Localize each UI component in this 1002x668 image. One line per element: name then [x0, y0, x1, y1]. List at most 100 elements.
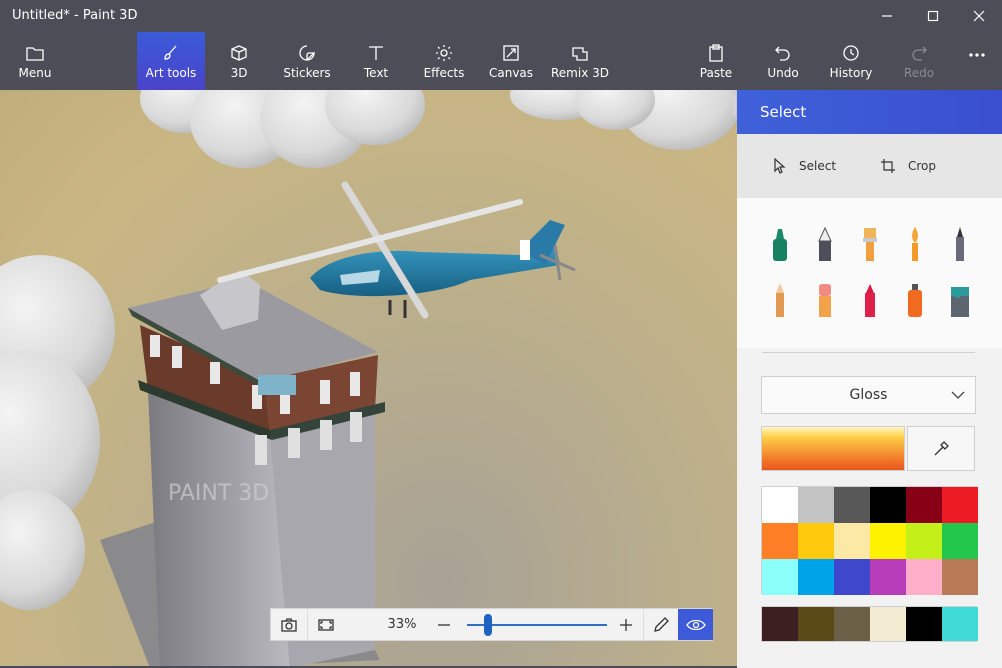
custom-color-swatch[interactable]	[942, 607, 978, 641]
art-tools-button[interactable]: Art tools	[137, 32, 205, 90]
panel-title: Select	[760, 103, 807, 121]
panel-header: Select	[737, 90, 1002, 134]
more-options-button[interactable]	[962, 32, 992, 90]
select-label: Select	[799, 159, 837, 173]
fill-bucket-brush[interactable]	[945, 280, 975, 322]
canvas-area[interactable]: PAINT 3D	[0, 90, 737, 666]
effects-button[interactable]: Effects	[422, 32, 466, 90]
marker-icon	[773, 229, 787, 261]
texture-value: Gloss	[849, 387, 888, 403]
current-color-swatch[interactable]	[761, 426, 905, 471]
canvas-resize-icon	[503, 45, 519, 61]
undo-icon	[775, 46, 790, 61]
fit-to-screen-button[interactable]	[307, 609, 343, 640]
maximize-button[interactable]	[910, 0, 956, 32]
canvas-scrollbar[interactable]	[733, 96, 736, 116]
zoom-bar: 33%	[270, 608, 713, 641]
watercolor-icon	[912, 227, 918, 261]
zoom-level: 33%	[387, 617, 417, 632]
color-swatch[interactable]	[834, 559, 870, 595]
divider	[762, 352, 975, 353]
2d-view-button[interactable]	[643, 609, 678, 640]
oil-brush[interactable]	[855, 224, 885, 266]
color-swatch[interactable]	[870, 487, 906, 523]
canvas-label: Canvas	[488, 66, 534, 80]
zoom-in-button[interactable]	[613, 609, 639, 640]
crayon-icon	[865, 284, 875, 317]
pixel-pen-brush[interactable]	[945, 224, 975, 266]
cube-icon	[231, 45, 247, 61]
text-button[interactable]: Text	[360, 32, 392, 90]
canvas-button[interactable]: Canvas	[488, 32, 534, 90]
eyedropper-button[interactable]	[907, 426, 975, 471]
color-swatch[interactable]	[798, 523, 834, 559]
color-swatch[interactable]	[762, 487, 798, 523]
chevron-down-icon	[951, 391, 965, 399]
3d-label: 3D	[230, 66, 248, 80]
select-tools: Select Crop	[737, 134, 1002, 198]
color-swatch[interactable]	[942, 559, 978, 595]
eye-icon	[685, 619, 706, 630]
close-button[interactable]	[956, 0, 1002, 32]
sun-icon	[436, 45, 452, 61]
cloud-left	[0, 255, 115, 610]
clipboard-icon	[709, 44, 723, 62]
select-button[interactable]: Select	[773, 134, 836, 198]
undo-button[interactable]: Undo	[766, 32, 800, 90]
eraser-brush[interactable]	[810, 280, 840, 322]
color-swatch[interactable]	[798, 559, 834, 595]
custom-color-swatch[interactable]	[906, 607, 942, 641]
crayon-brush[interactable]	[855, 280, 885, 322]
color-swatch[interactable]	[942, 523, 978, 559]
effects-label: Effects	[423, 66, 465, 80]
3d-button[interactable]: 3D	[220, 32, 258, 90]
stickers-button[interactable]: Stickers	[283, 32, 331, 90]
camera-icon	[281, 617, 297, 632]
color-swatch[interactable]	[834, 523, 870, 559]
color-swatch[interactable]	[870, 523, 906, 559]
watercolor-brush[interactable]	[900, 224, 930, 266]
history-label: History	[829, 66, 873, 80]
color-swatch[interactable]	[834, 487, 870, 523]
building: PAINT 3D	[128, 270, 385, 666]
custom-color-swatch[interactable]	[762, 607, 798, 641]
screenshot-button[interactable]	[271, 609, 307, 640]
minimize-button[interactable]	[864, 0, 910, 32]
color-swatch[interactable]	[906, 523, 942, 559]
paste-button[interactable]: Paste	[699, 32, 733, 90]
fill-bucket-icon	[951, 287, 969, 317]
zoom-slider-thumb[interactable]	[484, 614, 492, 636]
minimize-icon	[882, 15, 892, 17]
color-swatch[interactable]	[906, 487, 942, 523]
calligraphy-pen-icon	[818, 226, 832, 261]
crop-button[interactable]: Crop	[880, 134, 936, 198]
history-button[interactable]: History	[830, 32, 872, 90]
window-title: Untitled* - Paint 3D	[12, 8, 138, 23]
color-swatch[interactable]	[906, 559, 942, 595]
custom-color-swatch[interactable]	[834, 607, 870, 641]
color-swatch[interactable]	[762, 559, 798, 595]
pencil-brush[interactable]	[765, 280, 795, 322]
color-swatch[interactable]	[870, 559, 906, 595]
3d-view-button[interactable]	[678, 609, 713, 640]
3d-scene[interactable]: PAINT 3D	[0, 90, 737, 666]
history-icon	[843, 45, 859, 61]
brush-grid	[737, 198, 1002, 348]
redo-button[interactable]: Redo	[903, 32, 935, 90]
custom-color-swatch[interactable]	[870, 607, 906, 641]
color-swatch[interactable]	[798, 487, 834, 523]
marker-brush[interactable]	[765, 224, 795, 266]
menu-button[interactable]: Menu	[12, 32, 58, 90]
title-bar: Untitled* - Paint 3D	[0, 0, 1002, 32]
texture-dropdown[interactable]: Gloss	[761, 376, 976, 414]
remix-3d-button[interactable]: Remix 3D	[551, 32, 609, 90]
color-swatch[interactable]	[762, 523, 798, 559]
color-swatch[interactable]	[942, 487, 978, 523]
spray-can-icon	[908, 284, 922, 317]
stickers-label: Stickers	[283, 66, 331, 80]
zoom-out-button[interactable]	[431, 609, 457, 640]
custom-color-swatch[interactable]	[798, 607, 834, 641]
crop-label: Crop	[908, 159, 937, 173]
spray-can-brush[interactable]	[900, 280, 930, 322]
calligraphy-pen-brush[interactable]	[810, 224, 840, 266]
